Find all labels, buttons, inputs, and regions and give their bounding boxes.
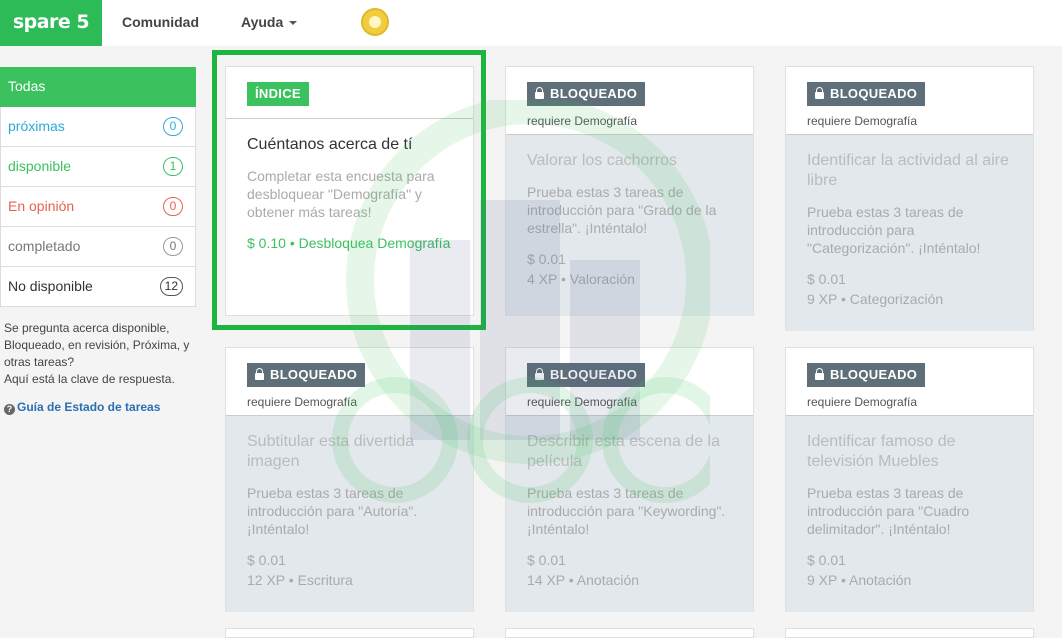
card-requirement: requiere Demografía	[807, 114, 918, 128]
status-help-text: Se pregunta acerca disponible, Bloqueado…	[4, 320, 194, 388]
card-title: Identificar famoso de televisión Muebles	[807, 433, 956, 470]
card-xp: 4 XP • Valoración	[527, 271, 635, 287]
card-price: $ 0.01	[807, 271, 846, 287]
card-title: Subtitular esta divertida imagen	[247, 433, 415, 470]
card-title: Identificar la actividad al aire libre	[807, 152, 1009, 189]
task-card-partial[interactable]	[785, 628, 1034, 638]
card-title: Valorar los cachorros	[527, 152, 677, 169]
card-xp: 9 XP • Categorización	[807, 291, 944, 307]
sidebar-item-label: próximas	[8, 118, 65, 134]
sidebar-item-disponible[interactable]: disponible 1	[0, 147, 196, 187]
card-description: Prueba estas 3 tareas de introducción pa…	[527, 485, 726, 537]
card-body: Valorar los cachorros Prueba estas 3 tar…	[506, 135, 753, 316]
card-title: Describir esta escena de la película	[527, 433, 720, 470]
nav-comunidad[interactable]: Comunidad	[122, 0, 199, 46]
sidebar-item-no-disponible[interactable]: No disponible 12	[0, 267, 196, 307]
sidebar-item-label: En opinión	[8, 198, 75, 214]
locked-badge-label: BLOQUEADO	[270, 367, 358, 382]
card-price: $ 0.01	[807, 552, 846, 568]
task-card-partial[interactable]	[225, 628, 474, 638]
locked-badge-label: BLOQUEADO	[830, 367, 918, 382]
nav-ayuda-label: Ayuda	[241, 14, 284, 30]
sidebar-item-proximas[interactable]: próximas 0	[0, 107, 196, 147]
card-description: Prueba estas 3 tareas de introducción pa…	[807, 204, 981, 256]
card-price: $ 0.01	[527, 552, 566, 568]
question-icon: ?	[4, 404, 15, 415]
locked-badge-label: BLOQUEADO	[550, 367, 638, 382]
card-description: Prueba estas 3 tareas de introducción pa…	[527, 184, 717, 236]
card-body: Describir esta escena de la película Pru…	[506, 416, 753, 612]
coin-icon[interactable]	[361, 8, 389, 36]
guide-link-label: Guía de Estado de tareas	[17, 400, 161, 414]
status-guide-link[interactable]: ? Guía de Estado de tareas	[4, 400, 160, 415]
sidebar-item-todas[interactable]: Todas	[0, 67, 196, 107]
locked-badge: BLOQUEADO	[807, 82, 926, 106]
card-price: $ 0.01	[527, 251, 566, 267]
sidebar-item-label: completado	[8, 238, 81, 254]
nav-comunidad-label: Comunidad	[122, 14, 199, 30]
locked-badge: BLOQUEADO	[807, 363, 926, 387]
count-badge: 12	[159, 277, 183, 296]
help-question: Se pregunta acerca disponible, Bloqueado…	[4, 321, 190, 369]
card-description: Prueba estas 3 tareas de introducción pa…	[807, 485, 970, 537]
card-requirement: requiere Demografía	[807, 395, 918, 409]
card-requirement: requiere Demografía	[527, 114, 638, 128]
help-answer: Aquí está la clave de respuesta.	[4, 372, 175, 386]
card-requirement: requiere Demografía	[247, 395, 358, 409]
locked-badge-label: BLOQUEADO	[830, 86, 918, 101]
nav-ayuda[interactable]: Ayuda	[241, 0, 298, 46]
sidebar-item-label: Todas	[8, 78, 46, 94]
card-xp: 12 XP • Escritura	[247, 572, 353, 588]
count-badge: 0	[163, 237, 183, 256]
task-card-locked[interactable]: BLOQUEADO requiere Demografía Subtitular…	[225, 347, 474, 612]
card-header: BLOQUEADO requiere Demografía	[786, 348, 1033, 416]
count-badge: 0	[163, 117, 183, 136]
sidebar-item-label: disponible	[8, 158, 72, 174]
card-header: BLOQUEADO requiere Demografía	[226, 348, 473, 416]
card-header: BLOQUEADO requiere Demografía	[506, 348, 753, 416]
status-filter-sidebar: Todas próximas 0 disponible 1 En opinión 0 …	[0, 67, 196, 307]
lock-icon	[815, 368, 824, 380]
locked-badge: BLOQUEADO	[247, 363, 366, 387]
lock-icon	[535, 87, 544, 99]
lock-icon	[535, 368, 544, 380]
locked-badge: BLOQUEADO	[527, 82, 646, 106]
count-badge: 0	[163, 197, 183, 216]
top-bar: spare 5 Comunidad Ayuda	[0, 0, 1062, 46]
task-card-locked[interactable]: BLOQUEADO requiere Demografía Valorar lo…	[505, 66, 754, 316]
card-xp: 9 XP • Anotación	[807, 572, 912, 588]
locked-badge: BLOQUEADO	[527, 363, 646, 387]
task-card-partial[interactable]	[505, 628, 754, 638]
card-xp: 14 XP • Anotación	[527, 572, 640, 588]
card-price: $ 0.01	[247, 552, 286, 568]
sidebar-item-label: No disponible	[8, 278, 93, 294]
sidebar-item-en-opinion[interactable]: En opinión 0	[0, 187, 196, 227]
card-body: Subtitular esta divertida imagen Prueba …	[226, 416, 473, 612]
card-body: Identificar famoso de televisión Muebles…	[786, 416, 1033, 612]
logo[interactable]: spare 5	[0, 0, 102, 46]
card-requirement: requiere Demografía	[527, 395, 638, 409]
lock-icon	[815, 87, 824, 99]
highlight-frame	[212, 50, 486, 330]
card-body: Identificar la actividad al aire libre P…	[786, 135, 1033, 331]
card-header: BLOQUEADO requiere Demografía	[506, 67, 753, 135]
chevron-down-icon	[289, 21, 298, 26]
card-description: Prueba estas 3 tareas de introducción pa…	[247, 485, 418, 537]
sidebar-item-completado[interactable]: completado 0	[0, 227, 196, 267]
task-card-locked[interactable]: BLOQUEADO requiere Demografía Describir …	[505, 347, 754, 612]
lock-icon	[255, 368, 264, 380]
task-card-locked[interactable]: BLOQUEADO requiere Demografía Identifica…	[785, 66, 1034, 331]
task-card-locked[interactable]: BLOQUEADO requiere Demografía Identifica…	[785, 347, 1034, 612]
card-header: BLOQUEADO requiere Demografía	[786, 67, 1033, 135]
count-badge: 1	[163, 157, 183, 176]
locked-badge-label: BLOQUEADO	[550, 86, 638, 101]
